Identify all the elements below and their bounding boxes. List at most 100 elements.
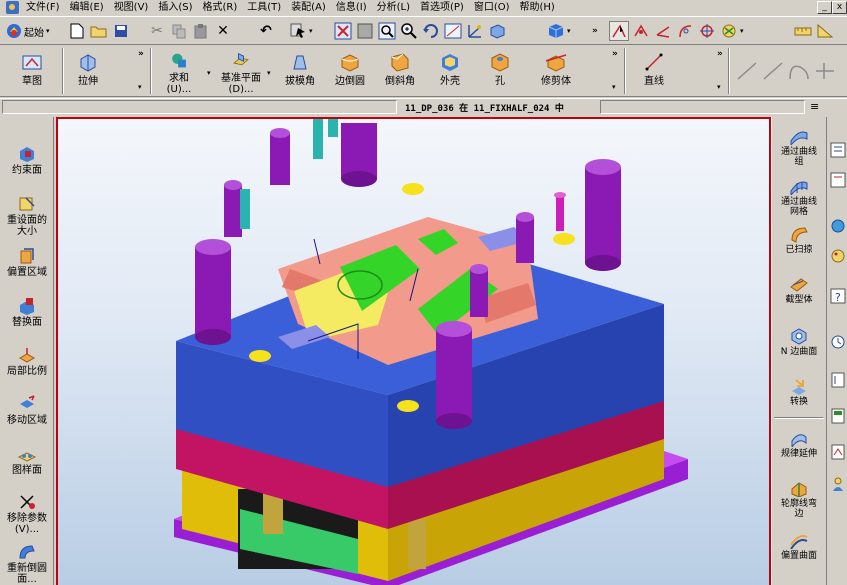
menu-assembly[interactable]: 装配(A) <box>287 0 332 15</box>
menu-insert[interactable]: 插入(S) <box>154 0 198 15</box>
silhouette-flange-icon <box>791 482 807 497</box>
select-filter-icon[interactable] <box>609 21 629 41</box>
datum-plane-button[interactable]: 基准平面 (D)... <box>212 47 270 95</box>
silhouette-flange-button[interactable]: 轮廓线弯 边 <box>772 479 826 519</box>
swept-button[interactable]: 已扫掠 <box>772 225 826 255</box>
menu-tools[interactable]: 工具(T) <box>243 0 287 15</box>
teal-pin <box>328 119 338 137</box>
cut-icon[interactable]: ✂ <box>147 21 167 41</box>
assembly-navigator-icon[interactable] <box>830 141 846 159</box>
start-button[interactable]: 起始 ▾ <box>6 20 50 42</box>
chamfer-button[interactable]: 倒斜角 <box>372 47 428 95</box>
open-folder-icon[interactable] <box>89 21 109 41</box>
system-materials-icon[interactable] <box>830 407 846 425</box>
chevron-down-icon[interactable]: ▾ <box>612 83 616 91</box>
toolbar-overflow-icon[interactable]: » <box>717 49 723 59</box>
orient-view-icon[interactable] <box>465 21 485 41</box>
process-studio-icon[interactable] <box>830 443 846 461</box>
minimize-button[interactable]: _ <box>817 1 832 14</box>
toolbar-overflow-icon[interactable]: » <box>138 49 144 59</box>
zoom-in-icon[interactable] <box>399 21 419 41</box>
mold-assembly-model[interactable] <box>58 119 769 585</box>
snap-arc-icon[interactable] <box>675 21 695 41</box>
chevron-down-icon: ▾ <box>309 27 313 35</box>
hole-button[interactable]: 孔 <box>472 47 528 95</box>
toolbar-overflow-icon[interactable]: » <box>612 49 618 59</box>
menu-file[interactable]: 文件(F) <box>22 0 66 15</box>
menu-analysis[interactable]: 分析(L) <box>373 0 416 15</box>
close-button[interactable]: x <box>832 1 847 14</box>
rotate-icon[interactable] <box>421 21 441 41</box>
zoom-window-icon[interactable] <box>377 21 397 41</box>
paste-icon[interactable] <box>191 21 211 41</box>
ruler-icon[interactable] <box>793 21 813 41</box>
roles-icon[interactable] <box>830 475 846 493</box>
graphics-window[interactable] <box>56 117 771 585</box>
sketch-button[interactable]: 草图 <box>4 47 60 95</box>
chevron-down-icon[interactable]: ▾ <box>138 83 142 91</box>
delete-icon[interactable]: ✕ <box>213 21 233 41</box>
replace-face-label: 替换面 <box>12 317 42 328</box>
part-navigator-icon[interactable] <box>830 171 846 189</box>
local-scale-button[interactable]: 局部比例 <box>0 346 54 377</box>
hole-icon <box>491 53 509 72</box>
snap-end-icon[interactable] <box>653 21 673 41</box>
command-finder-icon[interactable] <box>288 21 308 41</box>
menu-info[interactable]: 信息(I) <box>332 0 373 15</box>
move-region-button[interactable]: 移动区域 <box>0 395 54 426</box>
fit-view-icon[interactable] <box>333 21 353 41</box>
undo-icon[interactable]: ↶ <box>256 21 276 41</box>
toolbar-overflow-icon[interactable]: » <box>592 20 598 42</box>
offset-region-button[interactable]: 偏置区域 <box>0 247 54 278</box>
curve-tools-disabled <box>737 62 834 80</box>
edge-blend-button[interactable]: 边倒圆 <box>322 47 378 95</box>
menu-view[interactable]: 视图(V) <box>110 0 155 15</box>
section-body-button[interactable]: 截型体 <box>772 275 826 305</box>
extrude-button[interactable]: 拉伸 <box>60 47 116 95</box>
replace-face-button[interactable]: 替换面 <box>0 297 54 328</box>
help-icon[interactable]: ? <box>830 287 846 305</box>
menu-format[interactable]: 格式(R) <box>199 0 244 15</box>
zoom-box-icon[interactable] <box>355 21 375 41</box>
save-icon[interactable] <box>111 21 131 41</box>
menu-window[interactable]: 窗口(O) <box>470 0 516 15</box>
n-sided-surface-button[interactable]: N 边曲面 <box>772 327 826 357</box>
shaded-view-icon[interactable] <box>487 21 507 41</box>
law-extension-button[interactable]: 规律延伸 <box>772 429 826 459</box>
perspective-icon[interactable] <box>443 21 463 41</box>
offset-surface-button[interactable]: 偏置曲面 <box>772 531 826 561</box>
reblend-face-button[interactable]: 重新倒圆 面... <box>0 543 54 585</box>
remove-parameters-button[interactable]: 移除参数 (V)... <box>0 493 54 535</box>
menu-edit[interactable]: 编辑(E) <box>66 0 110 15</box>
shell-button[interactable]: 外壳 <box>422 47 478 95</box>
snap-quadrant-icon[interactable] <box>697 21 717 41</box>
history-clock-icon[interactable] <box>830 333 846 351</box>
measure-angle-icon[interactable] <box>815 21 835 41</box>
selbar-options-icon[interactable]: ≡ <box>810 100 819 113</box>
pattern-face-button[interactable]: 图样面 <box>0 445 54 476</box>
through-curves-button[interactable]: 通过曲线 组 <box>772 127 826 167</box>
snap-intersection-icon[interactable] <box>719 21 739 41</box>
chevron-down-icon[interactable]: ▾ <box>267 69 271 77</box>
resize-face-button[interactable]: 重设面的 大小 <box>0 195 54 237</box>
unite-button[interactable]: 求和 (U)... <box>151 47 207 95</box>
web-browser-icon[interactable] <box>830 217 846 235</box>
shaded-cube-icon[interactable] <box>546 21 566 41</box>
chevron-down-icon[interactable]: ▾ <box>207 69 211 77</box>
menu-preferences[interactable]: 首选项(P) <box>416 0 470 15</box>
new-file-icon[interactable] <box>67 21 87 41</box>
palette-icon[interactable] <box>830 247 846 265</box>
draft-button[interactable]: 拔模角 <box>272 47 328 95</box>
chevron-down-icon[interactable]: ▾ <box>717 83 721 91</box>
copy-icon[interactable] <box>169 21 189 41</box>
reuse-library-icon[interactable] <box>830 371 846 389</box>
trim-body-button[interactable]: 修剪体 <box>528 47 584 95</box>
constrain-face-button[interactable]: 约束面 <box>0 145 54 176</box>
line-button[interactable]: 直线 <box>626 47 682 95</box>
transform-button[interactable]: 转换 <box>772 377 826 407</box>
return-pin <box>408 519 426 569</box>
transform-label: 转换 <box>789 397 808 407</box>
through-curve-mesh-button[interactable]: 通过曲线 网格 <box>772 177 826 217</box>
menu-help[interactable]: 帮助(H) <box>516 0 561 15</box>
snap-point-icon[interactable] <box>631 21 651 41</box>
